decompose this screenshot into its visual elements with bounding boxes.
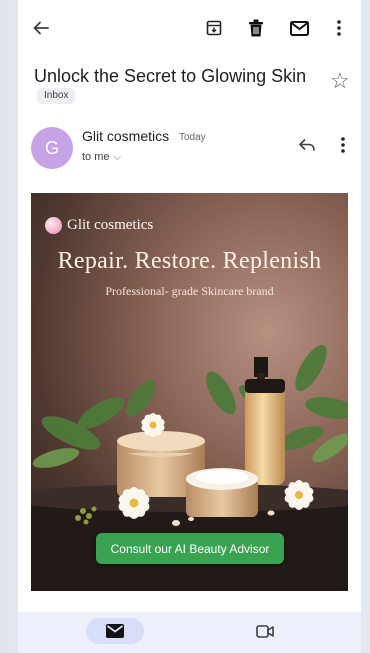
delete-trash-icon[interactable] xyxy=(242,14,270,42)
recipient-details-toggle[interactable]: to me ⌵ xyxy=(82,151,121,163)
email-timestamp: Today xyxy=(179,132,206,143)
chevron-down-icon: ⌵ xyxy=(113,151,122,163)
message-more-icon[interactable] xyxy=(329,131,357,159)
star-icon[interactable]: ☆ xyxy=(330,70,350,92)
promo-banner-image: Glit cosmetics Repair. Restore. Replenis… xyxy=(31,193,348,591)
nav-meet-tab[interactable] xyxy=(252,618,278,644)
email-screen: Unlock the Secret to Glowing Skin ☆ Inbo… xyxy=(18,0,361,653)
email-subject: Unlock the Secret to Glowing Skin xyxy=(34,66,307,86)
consult-ai-advisor-button[interactable]: Consult our AI Beauty Advisor xyxy=(96,533,284,564)
sender-avatar[interactable]: G xyxy=(31,127,73,169)
more-options-icon[interactable] xyxy=(325,14,353,42)
recipient-text: to me xyxy=(82,151,110,163)
back-arrow-icon[interactable] xyxy=(27,14,55,42)
nav-mail-tab[interactable] xyxy=(86,618,144,644)
banner-headline: Repair. Restore. Replenish xyxy=(57,248,322,274)
mark-unread-mail-icon[interactable] xyxy=(285,14,313,42)
bottom-navigation xyxy=(18,612,361,653)
banner-brand-name: Glit cosmetics xyxy=(67,217,154,233)
banner-brand: Glit cosmetics xyxy=(45,217,153,234)
inbox-label-badge[interactable]: Inbox xyxy=(37,88,76,104)
mail-icon xyxy=(106,624,124,638)
top-toolbar xyxy=(18,0,361,56)
sender-name[interactable]: Glit cosmetics xyxy=(82,128,169,144)
archive-icon[interactable] xyxy=(200,14,228,42)
banner-tagline: Professional- grade Skincare brand xyxy=(105,284,274,298)
brand-logo-icon xyxy=(45,217,62,234)
video-camera-icon xyxy=(256,624,274,638)
reply-icon[interactable] xyxy=(293,131,321,159)
